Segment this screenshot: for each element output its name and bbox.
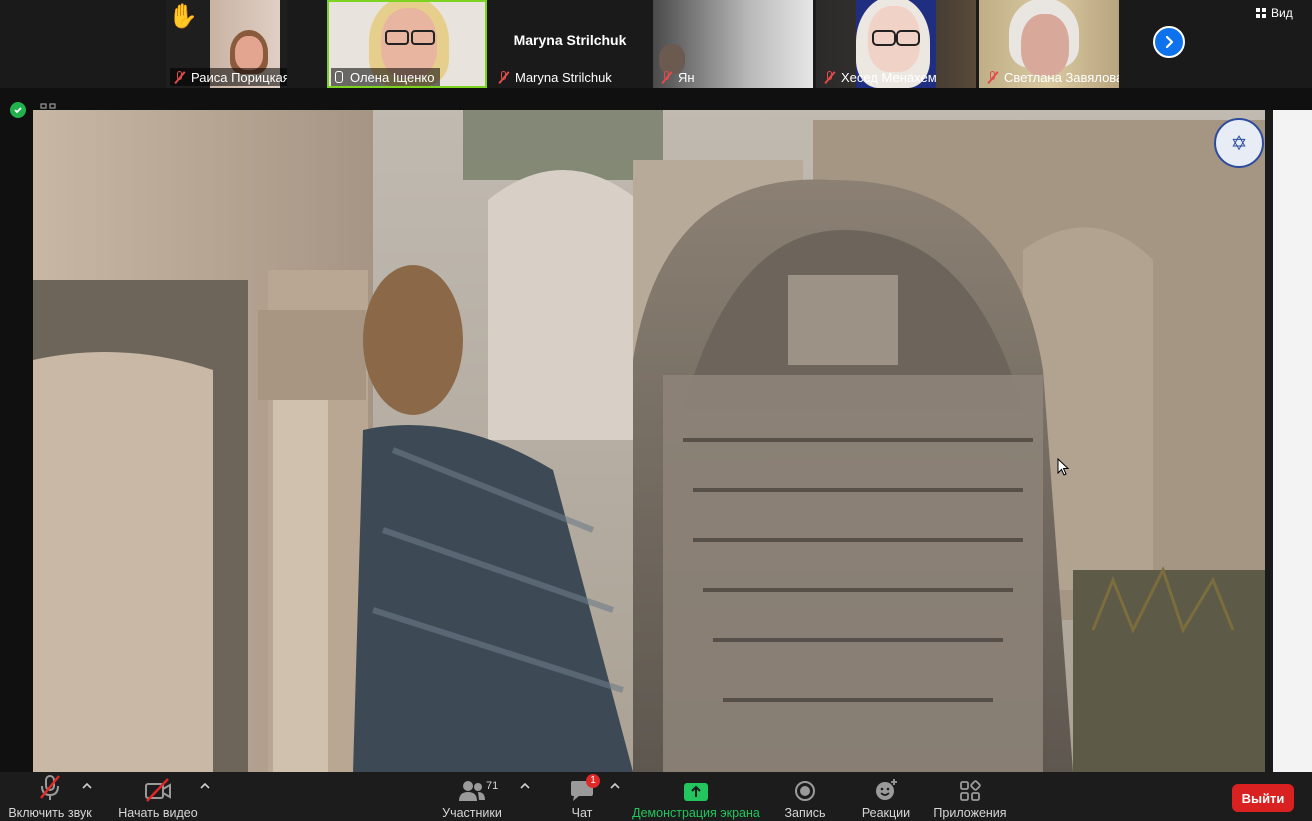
record-button[interactable]: Запись: [782, 772, 828, 821]
leave-button[interactable]: Выйти: [1232, 784, 1294, 812]
start-video-button[interactable]: Начать видео: [118, 772, 198, 821]
participant-tile-active-speaker[interactable]: Олена Іщенко: [327, 0, 487, 88]
mouse-cursor-icon: [1057, 458, 1069, 476]
smiley-reaction-icon: [876, 779, 897, 800]
chevron-right-icon: [1165, 35, 1174, 49]
raised-hand-icon: ✋: [168, 3, 198, 30]
share-screen-button[interactable]: Демонстрация экрана: [632, 772, 760, 821]
participant-name: Светлана Завялова: [983, 68, 1119, 86]
chevron-up-icon[interactable]: [200, 782, 210, 790]
participants-count: 71: [486, 780, 499, 792]
security-shield-icon[interactable]: [10, 102, 26, 118]
participant-tile[interactable]: Ян: [653, 0, 813, 88]
share-screen-icon: [684, 783, 708, 801]
chevron-up-icon[interactable]: [520, 782, 530, 790]
next-page-button[interactable]: [1153, 26, 1185, 58]
chat-unread-badge: 1: [586, 774, 600, 788]
cemetery-scene-image: [33, 110, 1265, 772]
shared-video-content[interactable]: [33, 110, 1265, 772]
mic-muted-icon: [824, 70, 835, 84]
reactions-button[interactable]: Реакции: [860, 772, 912, 821]
meeting-toolbar: Включить звук Начать видео Участники 71 …: [0, 772, 1312, 821]
participant-name: Олена Іщенко: [331, 68, 441, 86]
participant-name: Хесед Менахем: [820, 68, 943, 86]
participant-name: Ян: [657, 68, 701, 86]
participant-tile[interactable]: Светлана Завялова: [979, 0, 1119, 88]
unmute-button[interactable]: Включить звук: [6, 772, 94, 821]
apps-button[interactable]: Приложения: [932, 772, 1008, 821]
participants-icon: [459, 781, 485, 801]
mic-muted-icon: [498, 70, 509, 84]
record-icon: [795, 781, 815, 801]
participant-display-name: Maryna Strilchuk: [513, 32, 627, 48]
microphone-muted-icon: [40, 775, 60, 800]
mic-muted-icon: [987, 70, 998, 84]
view-button[interactable]: Вид: [1256, 6, 1293, 20]
chevron-up-icon[interactable]: [610, 782, 620, 790]
apps-icon: [960, 780, 981, 801]
organization-logo: ✡: [1214, 118, 1264, 168]
mic-muted-icon: [661, 70, 672, 84]
mic-muted-icon: [174, 70, 185, 84]
grid-view-icon: [1256, 8, 1266, 18]
background-window-edge: [1265, 110, 1312, 772]
video-camera-off-icon: [145, 778, 171, 802]
chevron-up-icon[interactable]: [82, 782, 92, 790]
participant-tile[interactable]: Maryna Strilchuk Maryna Strilchuk: [490, 0, 650, 88]
participant-name: Maryna Strilchuk: [494, 68, 618, 86]
participant-name: Раиса Порицкая: [170, 68, 287, 86]
participant-strip: Раиса Порицкая ✋ Олена Іщенко Maryna Str…: [0, 0, 1312, 88]
mic-on-icon: [335, 71, 343, 83]
participant-tile[interactable]: Хесед Менахем: [816, 0, 976, 88]
